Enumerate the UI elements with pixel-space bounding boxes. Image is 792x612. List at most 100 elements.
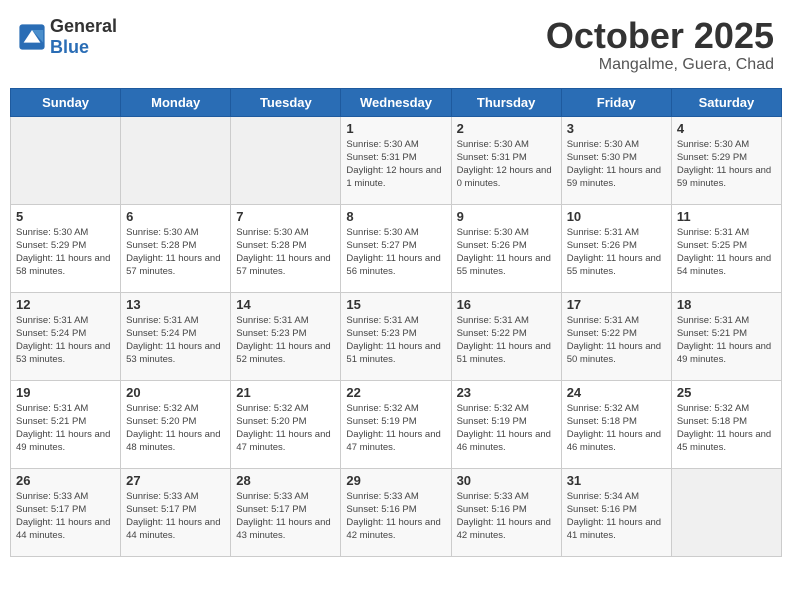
calendar-cell: 29 Sunrise: 5:33 AM Sunset: 5:16 PM Dayli… <box>341 468 451 556</box>
location-title: Mangalme, Guera, Chad <box>546 56 774 74</box>
calendar-cell: 24Sunrise: 5:32 AM Sunset: 5:18 PM Dayli… <box>561 380 671 468</box>
day-number: 20 <box>126 385 225 400</box>
weekday-header-tuesday: Tuesday <box>231 88 341 116</box>
calendar-cell <box>231 116 341 204</box>
weekday-header-monday: Monday <box>121 88 231 116</box>
day-info: Sunrise: 5:30 AM Sunset: 5:29 PM Dayligh… <box>16 226 115 279</box>
calendar-table: SundayMondayTuesdayWednesdayThursdayFrid… <box>10 88 782 557</box>
calendar-cell: 23 Sunrise: 5:32 AM Sunset: 5:19 PM Dayli… <box>451 380 561 468</box>
day-info: Sunrise: 5:30 AM Sunset: 5:27 PM Dayligh… <box>346 226 445 279</box>
calendar-week-2: 5 Sunrise: 5:30 AM Sunset: 5:29 PM Daylig… <box>11 204 782 292</box>
logo-icon <box>18 23 46 51</box>
day-info: Sunrise: 5:32 AM Sunset: 5:18 PM Dayligh… <box>567 402 666 455</box>
calendar-cell: 27 Sunrise: 5:33 AM Sunset: 5:17 PM Dayli… <box>121 468 231 556</box>
day-number: 5 <box>16 209 115 224</box>
day-number: 14 <box>236 297 335 312</box>
day-number: 22 <box>346 385 445 400</box>
page-header: General Blue October 2025 Mangalme, Guer… <box>10 10 782 80</box>
calendar-cell: 18 Sunrise: 5:31 AM Sunset: 5:21 PM Dayli… <box>671 292 781 380</box>
calendar-cell: 3 Sunrise: 5:30 AM Sunset: 5:30 PM Daylig… <box>561 116 671 204</box>
day-info: Sunrise: 5:31 AM Sunset: 5:24 PM Dayligh… <box>16 314 115 367</box>
calendar-cell: 10 Sunrise: 5:31 AM Sunset: 5:26 PM Dayli… <box>561 204 671 292</box>
day-info: Sunrise: 5:32 AM Sunset: 5:20 PM Dayligh… <box>126 402 225 455</box>
day-info: Sunrise: 5:31 AM Sunset: 5:22 PM Dayligh… <box>457 314 556 367</box>
day-info: Sunrise: 5:31 AM Sunset: 5:26 PM Dayligh… <box>567 226 666 279</box>
day-info: Sunrise: 5:34 AM Sunset: 5:16 PM Dayligh… <box>567 490 666 543</box>
day-number: 19 <box>16 385 115 400</box>
calendar-cell: 30Sunrise: 5:33 AM Sunset: 5:16 PM Dayli… <box>451 468 561 556</box>
day-number: 31 <box>567 473 666 488</box>
day-number: 10 <box>567 209 666 224</box>
weekday-header-thursday: Thursday <box>451 88 561 116</box>
day-number: 18 <box>677 297 776 312</box>
weekday-header-friday: Friday <box>561 88 671 116</box>
day-info: Sunrise: 5:30 AM Sunset: 5:31 PM Dayligh… <box>457 138 556 191</box>
day-info: Sunrise: 5:33 AM Sunset: 5:17 PM Dayligh… <box>236 490 335 543</box>
calendar-cell: 13Sunrise: 5:31 AM Sunset: 5:24 PM Dayli… <box>121 292 231 380</box>
calendar-cell <box>11 116 121 204</box>
weekday-header-row: SundayMondayTuesdayWednesdayThursdayFrid… <box>11 88 782 116</box>
calendar-cell: 12 Sunrise: 5:31 AM Sunset: 5:24 PM Dayli… <box>11 292 121 380</box>
day-info: Sunrise: 5:32 AM Sunset: 5:20 PM Dayligh… <box>236 402 335 455</box>
day-info: Sunrise: 5:31 AM Sunset: 5:25 PM Dayligh… <box>677 226 776 279</box>
day-number: 16 <box>457 297 556 312</box>
logo: General Blue <box>18 16 117 58</box>
day-info: Sunrise: 5:30 AM Sunset: 5:28 PM Dayligh… <box>236 226 335 279</box>
calendar-week-4: 19 Sunrise: 5:31 AM Sunset: 5:21 PM Dayli… <box>11 380 782 468</box>
day-info: Sunrise: 5:31 AM Sunset: 5:22 PM Dayligh… <box>567 314 666 367</box>
calendar-cell: 25 Sunrise: 5:32 AM Sunset: 5:18 PM Dayli… <box>671 380 781 468</box>
day-info: Sunrise: 5:31 AM Sunset: 5:21 PM Dayligh… <box>16 402 115 455</box>
calendar-cell: 14 Sunrise: 5:31 AM Sunset: 5:23 PM Dayli… <box>231 292 341 380</box>
calendar-cell <box>121 116 231 204</box>
calendar-cell: 11 Sunrise: 5:31 AM Sunset: 5:25 PM Dayli… <box>671 204 781 292</box>
calendar-week-5: 26 Sunrise: 5:33 AM Sunset: 5:17 PM Dayli… <box>11 468 782 556</box>
logo-blue: Blue <box>50 37 89 57</box>
day-info: Sunrise: 5:33 AM Sunset: 5:17 PM Dayligh… <box>126 490 225 543</box>
calendar-cell: 31 Sunrise: 5:34 AM Sunset: 5:16 PM Dayli… <box>561 468 671 556</box>
day-number: 3 <box>567 121 666 136</box>
calendar-cell: 21Sunrise: 5:32 AM Sunset: 5:20 PM Dayli… <box>231 380 341 468</box>
day-number: 4 <box>677 121 776 136</box>
month-title: October 2025 <box>546 16 774 56</box>
day-info: Sunrise: 5:31 AM Sunset: 5:23 PM Dayligh… <box>236 314 335 367</box>
day-number: 25 <box>677 385 776 400</box>
day-number: 15 <box>346 297 445 312</box>
calendar-cell: 16 Sunrise: 5:31 AM Sunset: 5:22 PM Dayli… <box>451 292 561 380</box>
title-section: October 2025 Mangalme, Guera, Chad <box>546 16 774 74</box>
calendar-cell: 1Sunrise: 5:30 AM Sunset: 5:31 PM Daylig… <box>341 116 451 204</box>
day-info: Sunrise: 5:30 AM Sunset: 5:30 PM Dayligh… <box>567 138 666 191</box>
calendar-week-3: 12 Sunrise: 5:31 AM Sunset: 5:24 PM Dayli… <box>11 292 782 380</box>
calendar-cell: 8Sunrise: 5:30 AM Sunset: 5:27 PM Daylig… <box>341 204 451 292</box>
day-number: 23 <box>457 385 556 400</box>
day-number: 9 <box>457 209 556 224</box>
day-number: 7 <box>236 209 335 224</box>
day-info: Sunrise: 5:32 AM Sunset: 5:18 PM Dayligh… <box>677 402 776 455</box>
day-info: Sunrise: 5:33 AM Sunset: 5:17 PM Dayligh… <box>16 490 115 543</box>
calendar-cell: 7 Sunrise: 5:30 AM Sunset: 5:28 PM Daylig… <box>231 204 341 292</box>
calendar-cell: 4Sunrise: 5:30 AM Sunset: 5:29 PM Daylig… <box>671 116 781 204</box>
calendar-cell: 19 Sunrise: 5:31 AM Sunset: 5:21 PM Dayli… <box>11 380 121 468</box>
day-info: Sunrise: 5:31 AM Sunset: 5:23 PM Dayligh… <box>346 314 445 367</box>
calendar-cell: 17 Sunrise: 5:31 AM Sunset: 5:22 PM Dayli… <box>561 292 671 380</box>
calendar-cell: 6Sunrise: 5:30 AM Sunset: 5:28 PM Daylig… <box>121 204 231 292</box>
calendar-cell: 5 Sunrise: 5:30 AM Sunset: 5:29 PM Daylig… <box>11 204 121 292</box>
calendar-cell: 20 Sunrise: 5:32 AM Sunset: 5:20 PM Dayli… <box>121 380 231 468</box>
day-number: 2 <box>457 121 556 136</box>
day-info: Sunrise: 5:30 AM Sunset: 5:26 PM Dayligh… <box>457 226 556 279</box>
day-number: 1 <box>346 121 445 136</box>
day-number: 29 <box>346 473 445 488</box>
day-number: 11 <box>677 209 776 224</box>
day-number: 27 <box>126 473 225 488</box>
day-number: 12 <box>16 297 115 312</box>
day-number: 28 <box>236 473 335 488</box>
day-info: Sunrise: 5:32 AM Sunset: 5:19 PM Dayligh… <box>457 402 556 455</box>
day-info: Sunrise: 5:33 AM Sunset: 5:16 PM Dayligh… <box>346 490 445 543</box>
calendar-cell: 28 Sunrise: 5:33 AM Sunset: 5:17 PM Dayli… <box>231 468 341 556</box>
weekday-header-sunday: Sunday <box>11 88 121 116</box>
day-info: Sunrise: 5:31 AM Sunset: 5:21 PM Dayligh… <box>677 314 776 367</box>
day-number: 6 <box>126 209 225 224</box>
calendar-week-1: 1 Sunrise: 5:30 AM Sunset: 5:31 PM Daylig… <box>11 116 782 204</box>
logo-text: General Blue <box>50 16 117 58</box>
day-number: 17 <box>567 297 666 312</box>
day-number: 26 <box>16 473 115 488</box>
